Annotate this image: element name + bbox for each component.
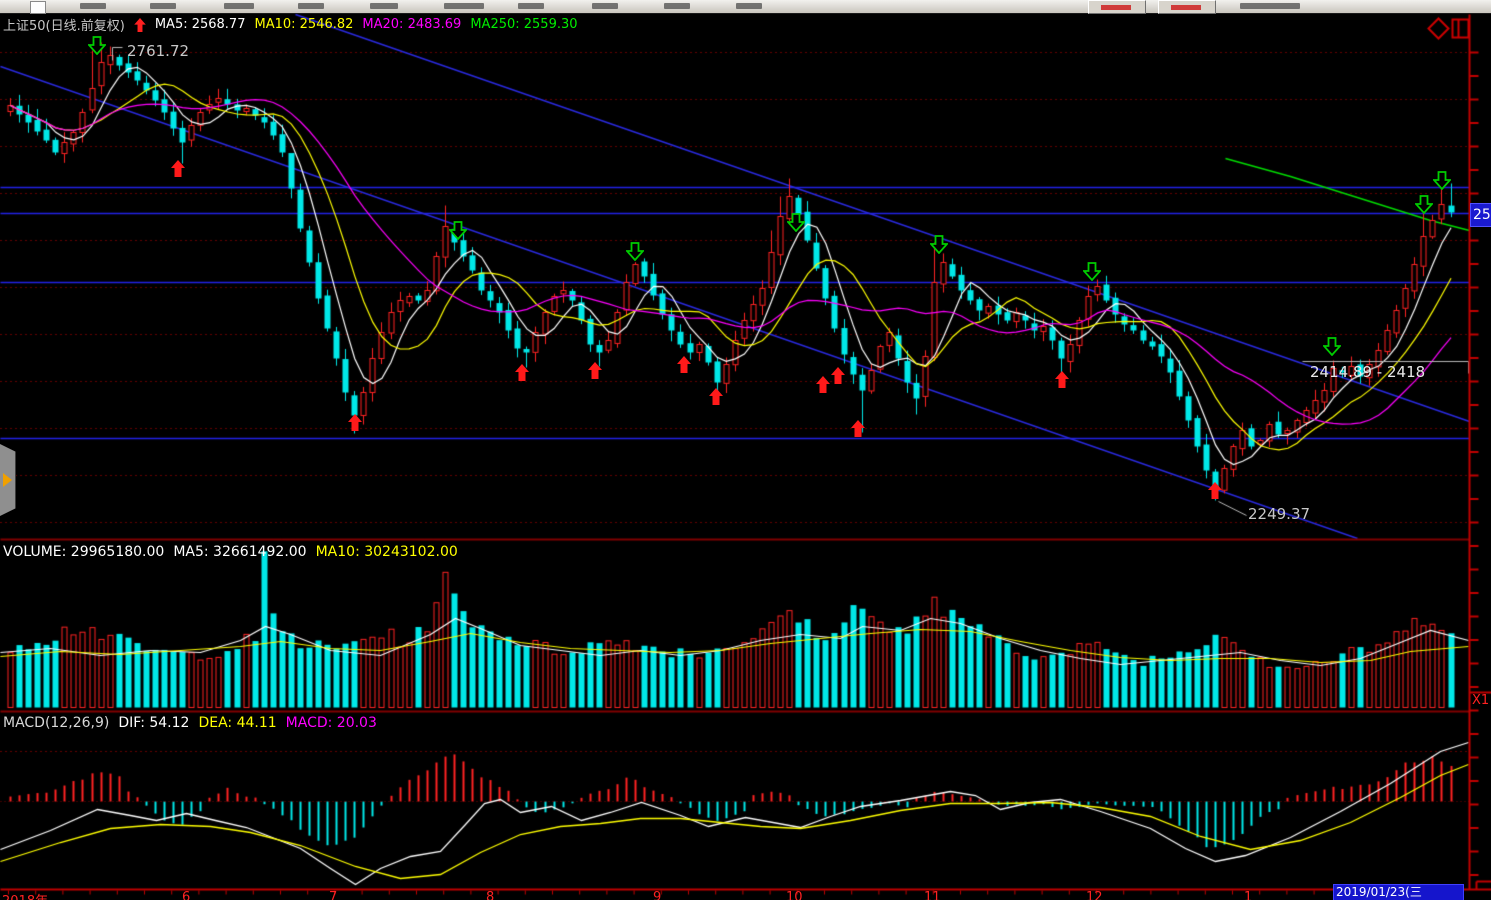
volume-unit-label: X1	[1472, 693, 1489, 708]
buy-signal-arrow-icon	[171, 160, 185, 177]
buy-signal-arrow-icon	[1208, 482, 1222, 499]
buy-signal-arrow-icon	[851, 420, 865, 437]
main-chart-header: 上证50(日线.前复权) MA5: 2568.77 MA10: 2546.82 …	[3, 15, 578, 34]
sell-signal-arrow-icon	[449, 221, 463, 238]
volume-header: VOLUME: 29965180.00 MA5: 32661492.00 MA1…	[3, 544, 458, 560]
volume-ma10-readout: MA10: 30243102.00	[316, 544, 458, 560]
high-price-annotation: 2761.72	[127, 42, 189, 60]
chart-canvas[interactable]	[0, 0, 1491, 900]
axis-month-label: 6	[182, 890, 190, 900]
buy-signal-arrow-icon	[831, 367, 845, 384]
sell-signal-arrow-icon	[1415, 195, 1429, 212]
buy-signal-arrow-icon	[515, 364, 529, 381]
app-window: 上证50(日线.前复权) MA5: 2568.77 MA10: 2546.82 …	[0, 0, 1491, 900]
buy-signal-arrow-icon	[588, 362, 602, 379]
ma20-readout: MA20: 2483.69	[362, 17, 461, 32]
ma10-readout: MA10: 2546.82	[254, 17, 353, 32]
macd-params: MACD(12,26,9)	[3, 715, 109, 731]
sell-signal-arrow-icon	[88, 36, 102, 53]
axis-month-label: 7	[329, 890, 337, 900]
buy-signal-arrow-icon	[1055, 371, 1069, 388]
ma5-readout: MA5: 2568.77	[155, 17, 246, 32]
axis-year-label: 2018年	[2, 890, 48, 900]
macd-header: MACD(12,26,9) DIF: 54.12 DEA: 44.11 MACD…	[3, 715, 377, 731]
volume-ma5-readout: MA5: 32661492.00	[173, 544, 306, 560]
buy-signal-arrow-icon	[709, 388, 723, 405]
sell-signal-arrow-icon	[1323, 337, 1337, 354]
low-price-annotation: 2249.37	[1248, 505, 1310, 523]
sell-signal-arrow-icon	[626, 242, 640, 259]
axis-month-label: 1	[1244, 890, 1252, 900]
axis-month-label: 11	[924, 890, 941, 900]
buy-signal-arrow-icon	[816, 376, 830, 393]
axis-month-label: 9	[653, 890, 661, 900]
sell-signal-arrow-icon	[1083, 262, 1097, 279]
volume-readout: VOLUME: 29965180.00	[3, 544, 164, 560]
cursor-date-box: 2019/01/23(三	[1333, 884, 1464, 900]
trend-up-icon	[134, 18, 146, 32]
buy-signal-arrow-icon	[677, 356, 691, 373]
axis-month-label: 8	[486, 890, 494, 900]
sell-signal-arrow-icon	[1433, 171, 1447, 188]
right-axis-price-box: 25	[1470, 203, 1491, 227]
dif-readout: DIF: 54.12	[118, 715, 189, 731]
macd-readout: MACD: 20.03	[286, 715, 377, 731]
axis-month-label: 10	[786, 890, 803, 900]
buy-signal-arrow-icon	[348, 414, 362, 431]
sidebar-expand-tab[interactable]	[0, 444, 16, 516]
sell-signal-arrow-icon	[787, 213, 801, 230]
dea-readout: DEA: 44.11	[198, 715, 276, 731]
expand-arrow-icon	[3, 473, 12, 487]
trendline-value-annotation: 2414.89 - 2418	[1310, 363, 1425, 381]
axis-month-label: 12	[1086, 890, 1103, 900]
symbol-title: 上证50(日线.前复权)	[3, 15, 125, 34]
ma250-readout: MA250: 2559.30	[470, 17, 577, 32]
sell-signal-arrow-icon	[930, 235, 944, 252]
